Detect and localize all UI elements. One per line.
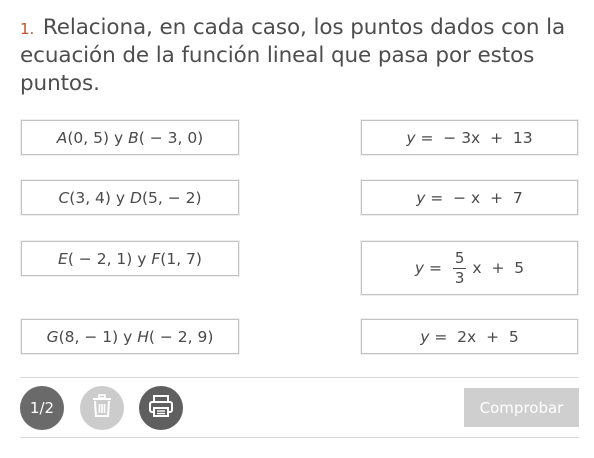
fraction-numerator: 5 (452, 248, 467, 269)
equation-rhs: = 2x + 5 (429, 327, 519, 346)
point-coords: (1, 7) (160, 249, 202, 268)
joiner: y (118, 327, 138, 346)
point-label: B (128, 128, 139, 147)
point-label: A (56, 128, 68, 147)
points-item-1[interactable]: A(0, 5) y B( − 3, 0) (21, 120, 239, 155)
equation-rhs: = − x + 7 (425, 188, 523, 207)
page-indicator-label: 1/2 (29, 399, 55, 417)
equation-item-2[interactable]: y = − x + 7 (361, 180, 578, 215)
printer-icon (148, 394, 174, 422)
question-text: 1. Relaciona, en cada caso, los puntos d… (20, 14, 580, 98)
equation-var: y (406, 128, 416, 147)
point-label: H (137, 327, 149, 346)
question-number: 1. (20, 20, 35, 38)
point-coords: ( − 2, 9) (148, 327, 214, 346)
points-item-3[interactable]: E( − 2, 1) y F(1, 7) (21, 241, 239, 276)
equation-var: y (414, 259, 425, 277)
print-button[interactable] (139, 386, 183, 430)
point-label: C (58, 188, 70, 207)
check-button-label: Comprobar (479, 398, 564, 417)
point-coords: (0, 5) (67, 128, 110, 147)
point-coords: ( − 3, 0) (138, 128, 204, 147)
equation-item-4[interactable]: y = 2x + 5 (361, 319, 578, 354)
footer-divider-top (20, 377, 579, 378)
equation-tail: x + 5 (472, 259, 525, 277)
page-indicator[interactable]: 1/2 (20, 386, 64, 430)
point-coords: (3, 4) (69, 188, 111, 207)
equation-rhs: = − 3x + 13 (415, 128, 533, 147)
point-label: D (130, 188, 142, 207)
points-item-2[interactable]: C(3, 4) y D(5, − 2) (21, 180, 239, 215)
point-coords: ( − 2, 1) (67, 249, 133, 268)
joiner: y (110, 188, 130, 207)
check-button[interactable]: Comprobar (464, 388, 579, 427)
points-item-4[interactable]: G(8, − 1) y H( − 2, 9) (21, 319, 239, 354)
point-coords: (5, − 2) (141, 188, 202, 207)
fraction-denominator: 3 (454, 268, 465, 287)
equation-var: y (416, 188, 426, 207)
equation-item-3[interactable]: y = 5 3 x + 5 (361, 241, 578, 295)
equation-item-1[interactable]: y = − 3x + 13 (361, 120, 578, 155)
point-coords: (8, − 1) (58, 327, 119, 346)
delete-button[interactable] (80, 386, 124, 430)
joiner: y (109, 128, 129, 147)
joiner: y (132, 249, 152, 268)
point-label: G (46, 327, 59, 346)
fraction: 5 3 (452, 248, 467, 287)
question-statement: Relaciona, en cada caso, los puntos dado… (20, 15, 566, 96)
point-label: E (58, 249, 68, 268)
point-label: F (151, 249, 161, 268)
trash-icon (91, 394, 113, 422)
equation-equals: = (424, 259, 447, 277)
footer-divider-bottom (20, 437, 579, 438)
